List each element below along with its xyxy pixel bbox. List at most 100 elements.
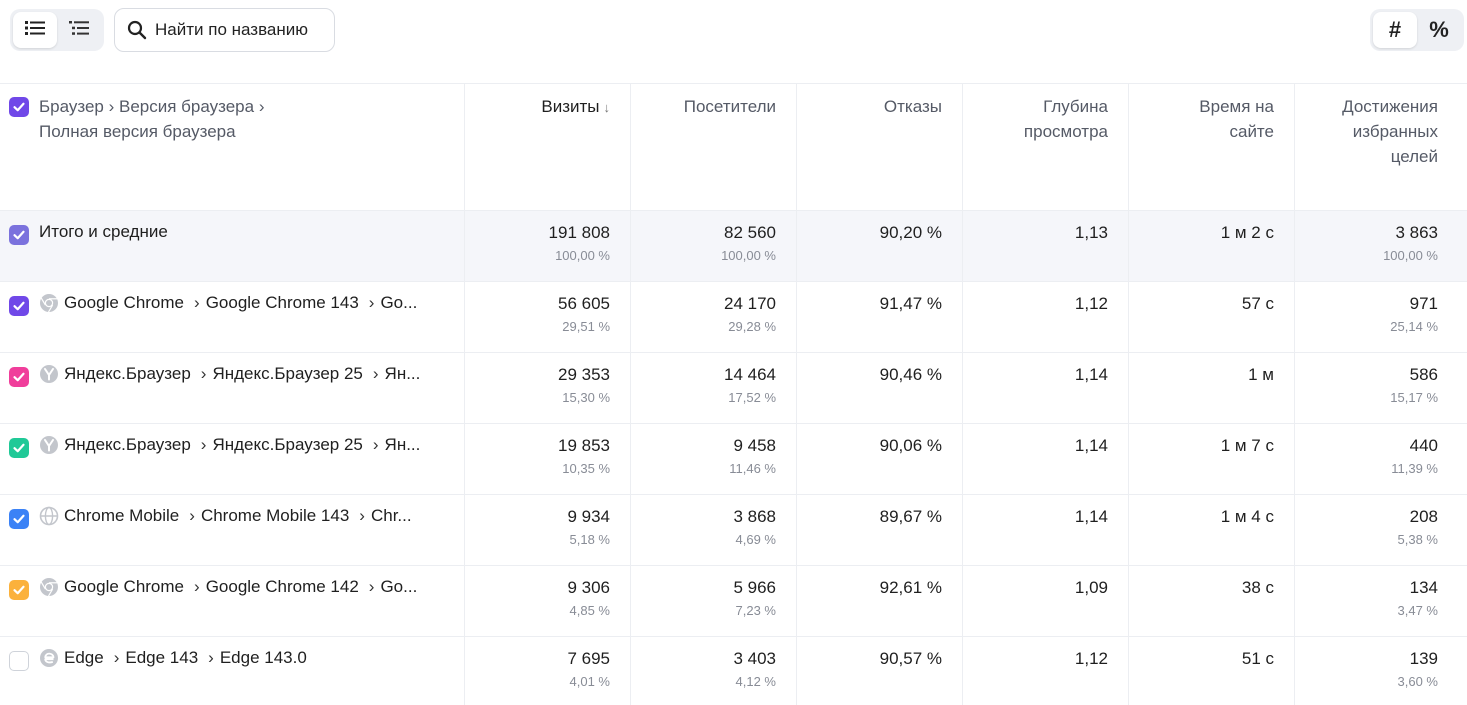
percent: 3,47 % [1397, 603, 1438, 618]
row-checkbox[interactable] [9, 296, 29, 316]
column-header-visitors[interactable]: Посетители [631, 84, 797, 210]
percent-values-button[interactable]: % [1417, 12, 1461, 48]
column-header-visits[interactable]: Визиты ↓ [465, 84, 631, 210]
table-row[interactable]: Google Chrome › Google Chrome 142 › Go..… [0, 566, 1467, 637]
search-input[interactable] [155, 20, 335, 40]
dimension-breadcrumb[interactable]: Браузер › Версия браузера › Полная верси… [39, 94, 299, 144]
column-header-depth[interactable]: Глубина просмотра [963, 84, 1129, 210]
depth-cell: 1,14 [963, 424, 1129, 494]
value: 586 [1409, 365, 1438, 384]
list-view-button[interactable] [13, 12, 57, 48]
value: 1 м [1248, 365, 1274, 384]
breadcrumb-separator: › [194, 577, 200, 596]
row-label[interactable]: Яндекс.Браузер › Яндекс.Браузер 25 › Ян.… [39, 364, 420, 384]
value: 9 934 [567, 507, 610, 526]
totals-label: Итого и средние [39, 222, 168, 241]
value: 89,67 % [879, 507, 942, 526]
value: 7 695 [567, 649, 610, 668]
search-box[interactable] [114, 8, 335, 52]
value: 3 863 [1395, 223, 1438, 242]
value: 1 м 4 с [1220, 507, 1274, 526]
row-label[interactable]: Google Chrome › Google Chrome 143 › Go..… [39, 293, 417, 313]
report-toolbar: # % [0, 0, 1467, 84]
breadcrumb-separator: › [200, 364, 207, 383]
row-checkbox[interactable] [9, 651, 29, 671]
value: 90,57 % [879, 649, 942, 668]
browser-full-version: Edge 143.0 [219, 648, 307, 667]
goals-cell: 971 25,14 % [1295, 282, 1465, 352]
row-checkbox[interactable] [9, 509, 29, 529]
percent: 100,00 % [555, 248, 610, 263]
table-row[interactable]: Яндекс.Браузер › Яндекс.Браузер 25 › Ян.… [0, 353, 1467, 424]
row-checkbox[interactable] [9, 367, 29, 387]
percent: 10,35 % [562, 461, 610, 476]
column-header-goals[interactable]: Достижения избранных целей [1295, 84, 1465, 210]
chrome-icon [39, 293, 59, 313]
chrome-icon [39, 577, 59, 597]
search-icon [127, 19, 147, 41]
totals-time: 1 м 2 с [1129, 211, 1295, 281]
bounce-cell: 90,57 % [797, 637, 963, 705]
percent: 15,30 % [562, 390, 610, 405]
browser-version: Яндекс.Браузер 25 [212, 364, 363, 383]
row-checkbox[interactable] [9, 438, 29, 458]
percent: 4,01 % [569, 674, 610, 689]
table-row[interactable]: Chrome Mobile › Chrome Mobile 143 › Chr.… [0, 495, 1467, 566]
table-header: Браузер › Версия браузера › Полная верси… [0, 84, 1467, 211]
goals-cell: 440 11,39 % [1295, 424, 1465, 494]
absolute-values-button[interactable]: # [1373, 12, 1417, 48]
edge-icon [39, 648, 59, 668]
row-label[interactable]: Яндекс.Браузер › Яндекс.Браузер 25 › Ян.… [39, 435, 420, 455]
row-label[interactable]: Chrome Mobile › Chrome Mobile 143 › Chr.… [39, 506, 412, 526]
value: 92,61 % [879, 578, 942, 597]
browser-name: Chrome Mobile [64, 506, 180, 525]
value: 971 [1409, 294, 1438, 313]
row-label[interactable]: Google Chrome › Google Chrome 142 › Go..… [39, 577, 417, 597]
visitors-cell: 24 170 29,28 % [631, 282, 797, 352]
breadcrumb-separator: › [194, 293, 200, 312]
goals-cell: 139 3,60 % [1295, 637, 1465, 705]
percent: 7,23 % [735, 603, 776, 618]
visits-cell: 9 306 4,85 % [465, 566, 631, 636]
tree-view-button[interactable] [57, 12, 101, 48]
totals-visitors: 82 560 100,00 % [631, 211, 797, 281]
depth-cell: 1,12 [963, 637, 1129, 705]
tree-list-icon [69, 20, 89, 41]
browser-name: Google Chrome [64, 293, 185, 312]
time-cell: 38 с [1129, 566, 1295, 636]
value: 1,13 [1074, 223, 1108, 242]
row-name-cell: Google Chrome › Google Chrome 142 › Go..… [0, 566, 465, 636]
percent: 5,18 % [569, 532, 610, 547]
table-row[interactable]: Google Chrome › Google Chrome 143 › Go..… [0, 282, 1467, 353]
percent: 15,17 % [1390, 390, 1438, 405]
table-row[interactable]: Яндекс.Браузер › Яндекс.Браузер 25 › Ян.… [0, 424, 1467, 495]
column-header-bounce[interactable]: Отказы [797, 84, 963, 210]
table-row[interactable]: Edge › Edge 143 › Edge 143.0 7 695 4,01 %… [0, 637, 1467, 705]
browser-name: Edge [64, 648, 104, 667]
value: 3 868 [733, 507, 776, 526]
row-checkbox[interactable] [9, 580, 29, 600]
value: 208 [1409, 507, 1438, 526]
depth-cell: 1,09 [963, 566, 1129, 636]
breadcrumb-separator: › [372, 435, 379, 454]
breadcrumb-separator: › [200, 435, 207, 454]
column-label: Посетители [683, 97, 776, 116]
value: 38 с [1241, 578, 1274, 597]
column-header-time[interactable]: Время на сайте [1129, 84, 1295, 210]
browser-full-version: Ян... [384, 435, 421, 454]
time-cell: 1 м 7 с [1129, 424, 1295, 494]
totals-checkbox[interactable] [9, 225, 29, 245]
browser-name: Яндекс.Браузер [64, 364, 191, 383]
visits-cell: 19 853 10,35 % [465, 424, 631, 494]
browser-version: Яндекс.Браузер 25 [212, 435, 363, 454]
time-cell: 57 с [1129, 282, 1295, 352]
breadcrumb-separator: › [368, 577, 375, 596]
value: 1,09 [1074, 578, 1108, 597]
percent: 17,52 % [728, 390, 776, 405]
value: 1 м 7 с [1220, 436, 1274, 455]
row-label[interactable]: Edge › Edge 143 › Edge 143.0 [39, 648, 307, 668]
value: 82 560 [724, 223, 776, 242]
select-all-checkbox[interactable] [9, 97, 29, 117]
view-mode-toggle [10, 9, 104, 51]
goals-cell: 134 3,47 % [1295, 566, 1465, 636]
